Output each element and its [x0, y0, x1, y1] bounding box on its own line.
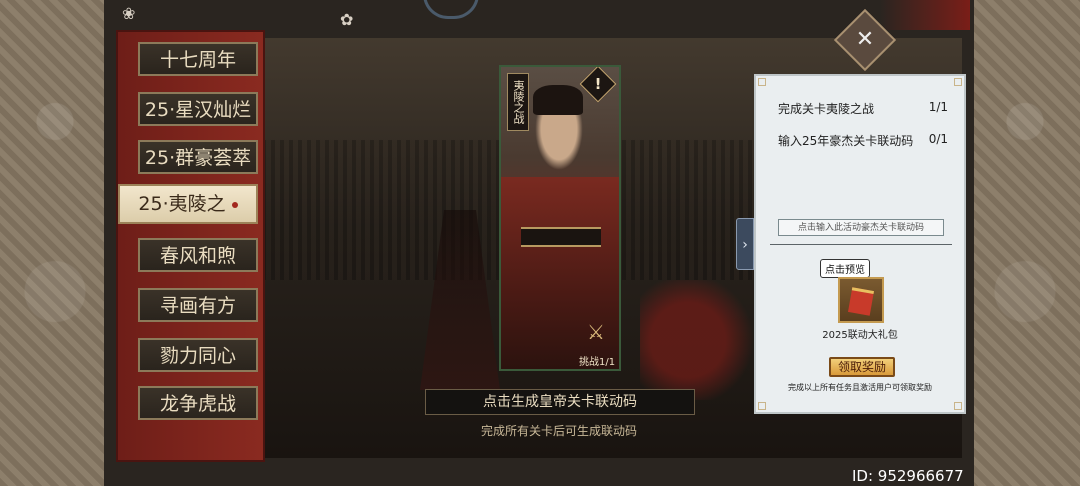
task-row: 输入25年豪杰关卡联动码 0/1: [778, 132, 948, 149]
generate-hint: 完成所有关卡后可生成联动码: [480, 424, 637, 438]
character-hat: [533, 85, 583, 115]
panel-toggle-button[interactable]: ›: [736, 218, 754, 270]
menu-item-longzheng[interactable]: 龙争虎战: [138, 386, 258, 420]
close-icon: ✕: [855, 27, 875, 52]
chevron-right-icon: ›: [742, 237, 748, 253]
corner-ornament: [954, 78, 962, 86]
stage-card[interactable]: 夷陵之战 ! ⚔ 挑战1/1: [499, 65, 621, 371]
challenge-count: 挑战1/1: [579, 357, 616, 368]
task-row: 完成关卡夷陵之战 1/1: [778, 100, 948, 117]
corner-ornament: [758, 78, 766, 86]
task-label: 完成关卡夷陵之战: [778, 102, 875, 116]
preview-tooltip: 点击预览: [820, 259, 870, 278]
corner-ornament: [954, 402, 962, 410]
generate-code-button[interactable]: 点击生成皇帝关卡联动码: [425, 389, 695, 415]
left-decorative-border: [0, 0, 116, 486]
plum-blossom-icon: ❀: [122, 4, 136, 23]
corner-ornament: [758, 402, 766, 410]
linkage-code-input[interactable]: 点击输入此活动豪杰关卡联动码: [778, 219, 944, 236]
gift-box-icon: [847, 287, 875, 316]
header-decoration: [880, 0, 970, 30]
event-menu: 十七周年 25·星汉灿烂 25·群豪荟萃 25·夷陵之 春风和煦 寻画有方 勠力…: [116, 30, 265, 462]
crossed-swords-icon: ⚔: [587, 320, 605, 344]
menu-item-xunhua[interactable]: 寻画有方: [138, 288, 258, 322]
task-count: 1/1: [928, 100, 948, 114]
gift-pack-label: 2025联动大礼包: [822, 330, 898, 341]
stage-title: 夷陵之战: [507, 73, 529, 131]
claim-reward-button[interactable]: 领取奖励: [829, 357, 895, 377]
task-count: 0/1: [928, 132, 948, 146]
flower-petal-icon: ✿: [340, 10, 354, 29]
warning-icon: !: [594, 75, 602, 93]
active-indicator-dot: [231, 201, 238, 208]
menu-item-qunhao[interactable]: 25·群豪荟萃: [138, 140, 258, 174]
divider: [770, 244, 952, 245]
user-id-label: ID: 952966677: [852, 467, 964, 485]
task-panel: 完成关卡夷陵之战 1/1 输入25年豪杰关卡联动码 0/1 点击输入此活动豪杰关…: [754, 74, 966, 414]
character-belt: [521, 227, 601, 247]
menu-item-17th-anniversary[interactable]: 十七周年: [138, 42, 258, 76]
task-label: 输入25年豪杰关卡联动码: [778, 134, 914, 148]
menu-item-xinghan[interactable]: 25·星汉灿烂: [138, 92, 258, 126]
gift-pack-button[interactable]: [838, 277, 884, 323]
red-cloth-decoration: [640, 280, 760, 400]
menu-item-chunfeng[interactable]: 春风和煦: [138, 238, 258, 272]
menu-item-yiling[interactable]: 25·夷陵之: [118, 184, 258, 224]
right-decorative-border: [964, 0, 1080, 486]
claim-hint: 完成以上所有任务且激活用户可领取奖励: [788, 383, 932, 392]
menu-item-luli[interactable]: 勠力同心: [138, 338, 258, 372]
